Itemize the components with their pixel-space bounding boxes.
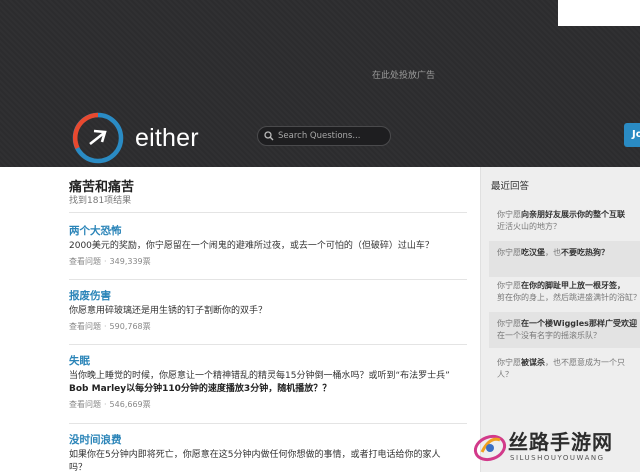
answer-text: ，也	[545, 358, 561, 367]
meta-separator: ·	[104, 257, 107, 266]
search-icon	[264, 131, 274, 141]
question-item: 没时间浪费 如果你在5分钟内即将死亡，你愿意在这5分钟内做任何你想做的事情，或者…	[69, 434, 469, 472]
answer-text: ，也	[545, 248, 561, 257]
answer-text: 在一个没有名字的摇滚乐队？	[497, 331, 601, 340]
recent-answers-title: 最近回答	[491, 181, 530, 192]
ad-banner-slot[interactable]	[558, 0, 640, 26]
answer-choice: 吃汉堡	[521, 248, 545, 257]
watermark-logo-icon	[473, 434, 507, 462]
answer-text: 剪在你的身上，然后跳进盛满针的浴缸？	[497, 293, 640, 302]
divider	[69, 279, 467, 280]
question-title-link[interactable]: 失眠	[69, 355, 469, 368]
question-title-link[interactable]: 没时间浪费	[69, 434, 469, 447]
vote-count: 546,669票	[109, 400, 151, 409]
vote-count: 349,339票	[109, 257, 151, 266]
recent-answer-item[interactable]: 你宁愿向亲朋好友展示你的整个互联 近活火山的地方？	[489, 203, 640, 239]
vote-count: 590,768票	[109, 322, 151, 331]
question-meta: 查看问题 · 590,768票	[69, 321, 469, 332]
view-question-link[interactable]: 查看问题	[69, 400, 101, 409]
answer-prefix: 你宁愿	[497, 358, 521, 367]
question-description: 2000美元的奖励，你宁愿留在一个闹鬼的避难所过夜，或去一个可怕的（但破碎）过山…	[69, 241, 434, 251]
answer-choice: 被谋杀	[521, 358, 545, 367]
join-button[interactable]: Jo	[624, 123, 640, 147]
question-description-line: 如果你在5分钟内即将死亡，你愿意在这5分钟内做任何你想做的事情，或者打电话给你的…	[69, 450, 441, 460]
site-logo[interactable]: either	[70, 110, 199, 166]
meta-separator: ·	[104, 322, 107, 331]
ad-placeholder-text[interactable]: 在此处投放广告	[372, 68, 435, 81]
answer-choice: 在一个楼Wiggles那样广受欢迎	[521, 319, 637, 328]
question-description-line: 吗？	[69, 463, 88, 472]
divider	[69, 212, 467, 213]
question-meta: 查看问题 · 546,669票	[69, 399, 469, 410]
answer-prefix: 你宁愿	[497, 248, 521, 257]
question-description-line: 当你晚上睡觉的时候，你愿意让一个精神错乱的精灵每15分钟倒一桶水吗？或听到“布法…	[69, 371, 450, 381]
question-description: 当你晚上睡觉的时候，你愿意让一个精神错乱的精灵每15分钟倒一桶水吗？或听到“布法…	[69, 370, 469, 396]
view-question-link[interactable]: 查看问题	[69, 322, 101, 331]
question-title-link[interactable]: 两个大恐怖	[69, 225, 469, 238]
answer-text: 不愿意成为一个只	[561, 358, 625, 367]
question-title-link[interactable]: 报废伤害	[69, 290, 469, 303]
answer-choice: 向亲朋好友展示你的整个互联	[521, 210, 625, 219]
brand-name: either	[135, 123, 199, 152]
answer-prefix: 你宁愿	[497, 319, 521, 328]
recent-answer-item[interactable]: 你宁愿在你的脚趾甲上放一根牙签， 剪在你的身上，然后跳进盛满针的浴缸？	[489, 274, 640, 310]
either-logo-icon	[72, 112, 124, 164]
question-item: 两个大恐怖 2000美元的奖励，你宁愿留在一个闹鬼的避难所过夜，或去一个可怕的（…	[69, 225, 469, 267]
main-content: 痛苦和痛苦 找到181项结果 两个大恐怖 2000美元的奖励，你宁愿留在一个闹鬼…	[0, 167, 480, 472]
question-description: 你愿意用碎玻璃还是用生锈的钉子割断你的双手？	[69, 306, 268, 316]
recent-answer-item[interactable]: 你宁愿吃汉堡，也不要吃热狗？	[489, 241, 640, 277]
answer-choice: 不要吃热狗？	[561, 248, 609, 257]
view-question-link[interactable]: 查看问题	[69, 257, 101, 266]
question-meta: 查看问题 · 349,339票	[69, 256, 469, 267]
site-header: 在此处投放广告 either Jo	[0, 0, 640, 167]
divider	[69, 344, 467, 345]
question-description-line: Bob Marley以每分钟110分钟的速度播放3分钟，随机播放？？	[69, 384, 332, 394]
answer-text: 近活火山的地方？	[497, 222, 561, 231]
recent-answer-item[interactable]: 你宁愿在一个楼Wiggles那样广受欢迎 在一个没有名字的摇滚乐队？	[489, 312, 640, 348]
result-count: 找到181项结果	[69, 196, 132, 206]
answer-text: 人？	[497, 370, 513, 379]
answer-prefix: 你宁愿	[497, 281, 521, 290]
answer-prefix: 你宁愿	[497, 210, 521, 219]
question-description: 如果你在5分钟内即将死亡，你愿意在这5分钟内做任何你想做的事情，或者打电话给你的…	[69, 449, 469, 472]
meta-separator: ·	[104, 400, 107, 409]
site-watermark: 丝路手游网 SILUSHOUYOUWANG	[470, 424, 640, 472]
watermark-subtitle: SILUSHOUYOUWANG	[510, 454, 605, 462]
watermark-title: 丝路手游网	[508, 430, 613, 454]
question-item: 报废伤害 你愿意用碎玻璃还是用生锈的钉子割断你的双手？ 查看问题 · 590,768…	[69, 290, 469, 332]
search-input[interactable]	[278, 131, 388, 141]
answer-choice: 在你的脚趾甲上放一根牙签，	[521, 281, 625, 290]
recent-answer-item[interactable]: 你宁愿被谋杀，也不愿意成为一个只 人？	[489, 351, 640, 387]
divider	[69, 423, 467, 424]
search-box[interactable]	[257, 126, 391, 146]
question-item: 失眠 当你晚上睡觉的时候，你愿意让一个精神错乱的精灵每15分钟倒一桶水吗？或听到…	[69, 355, 469, 410]
